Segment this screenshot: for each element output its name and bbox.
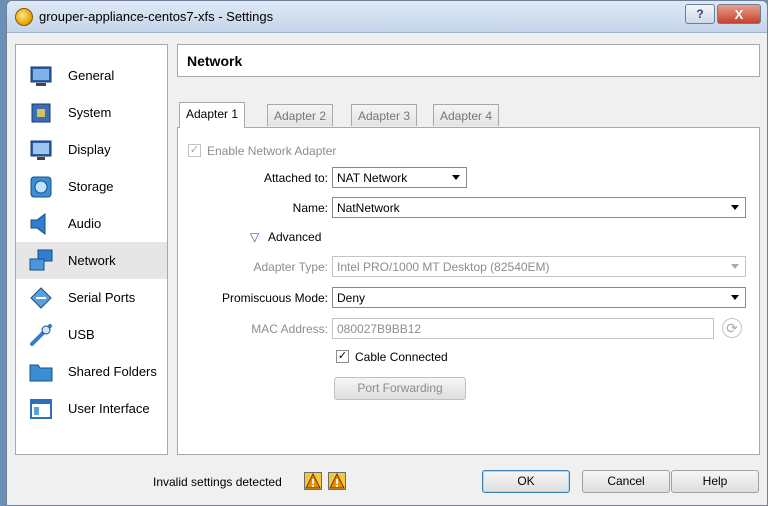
- chevron-down-icon: [452, 175, 460, 180]
- sidebar-item-label: Storage: [68, 179, 114, 194]
- chevron-down-icon: [731, 264, 739, 269]
- sidebar-item-audio[interactable]: Audio: [16, 205, 167, 242]
- storage-icon: [30, 176, 52, 197]
- window-title: grouper-appliance-centos7-xfs - Settings: [39, 9, 274, 24]
- name-value: NatNetwork: [337, 201, 400, 215]
- settings-window: grouper-appliance-centos7-xfs - Settings…: [6, 0, 768, 506]
- attached-to-label: Attached to:: [263, 171, 328, 185]
- sidebar-item-general[interactable]: General: [16, 57, 167, 94]
- warning-icon[interactable]: [304, 472, 322, 490]
- mac-address-value: 080027B9BB12: [337, 322, 422, 336]
- promiscuous-mode-value: Deny: [337, 291, 366, 305]
- system-icon: [31, 103, 51, 122]
- cable-connected-label: Cable Connected: [355, 350, 448, 364]
- close-button[interactable]: X: [717, 4, 761, 24]
- virtualbox-app-icon: [15, 8, 33, 26]
- adapter-type-select[interactable]: Intel PRO/1000 MT Desktop (82540EM): [332, 256, 746, 277]
- user-interface-icon: [30, 398, 52, 419]
- sidebar-item-label: USB: [68, 327, 95, 342]
- serial-ports-icon: [30, 286, 52, 309]
- settings-sidebar: General System Display Storage Audio Net…: [15, 44, 168, 455]
- name-label: Name:: [292, 201, 328, 215]
- settings-content: Network Adapter 1 Adapter 2 Adapter 3 Ad…: [177, 44, 760, 455]
- sidebar-item-label: Audio: [68, 216, 102, 231]
- warning-icon[interactable]: [328, 472, 346, 490]
- tab-adapter-3[interactable]: Adapter 3: [351, 104, 418, 126]
- adapter-type-label: Adapter Type:: [253, 260, 329, 274]
- adapter-panel: ✓ Enable Network Adapter Attached to: NA…: [177, 127, 760, 455]
- sidebar-item-display[interactable]: Display: [16, 131, 167, 168]
- tab-adapter-1[interactable]: Adapter 1: [179, 102, 246, 128]
- sidebar-item-network[interactable]: Network: [16, 242, 167, 279]
- name-select[interactable]: NatNetwork: [332, 197, 746, 218]
- cancel-button[interactable]: Cancel: [582, 470, 670, 493]
- sidebar-item-label: General: [68, 68, 115, 83]
- help-button[interactable]: Help: [671, 470, 759, 493]
- invalid-settings-text: Invalid settings detected: [153, 475, 282, 489]
- promiscuous-mode-select[interactable]: Deny: [332, 287, 746, 308]
- sidebar-item-shared-folders[interactable]: Shared Folders: [16, 353, 167, 390]
- chevron-down-icon: [731, 295, 739, 300]
- tab-adapter-4[interactable]: Adapter 4: [433, 104, 500, 126]
- chevron-down-icon: [731, 205, 739, 210]
- title-bar: grouper-appliance-centos7-xfs - Settings…: [7, 1, 767, 33]
- attached-to-value: NAT Network: [337, 171, 408, 185]
- sidebar-item-user-interface[interactable]: User Interface: [16, 390, 167, 427]
- general-icon: [30, 66, 52, 86]
- promiscuous-mode-label: Promiscuous Mode:: [221, 291, 328, 305]
- sidebar-item-system[interactable]: System: [16, 94, 167, 131]
- sidebar-item-serial-ports[interactable]: Serial Ports: [16, 279, 167, 316]
- advanced-toggle-icon[interactable]: ▽: [250, 230, 259, 244]
- tab-adapter-2[interactable]: Adapter 2: [267, 104, 334, 126]
- usb-icon: [30, 323, 52, 346]
- attached-to-select[interactable]: NAT Network: [332, 167, 467, 188]
- sidebar-item-label: Display: [68, 142, 111, 157]
- sidebar-item-label: Shared Folders: [68, 364, 157, 379]
- mac-address-input[interactable]: 080027B9BB12: [332, 318, 714, 339]
- folder-icon: [29, 364, 53, 381]
- sidebar-item-label: System: [68, 105, 112, 120]
- sidebar-item-label: Serial Ports: [68, 290, 136, 305]
- sidebar-item-label: User Interface: [68, 401, 150, 416]
- display-icon: [30, 140, 52, 160]
- refresh-mac-icon[interactable]: ⟳: [722, 318, 742, 338]
- advanced-toggle-label[interactable]: Advanced: [268, 230, 321, 244]
- adapter-type-value: Intel PRO/1000 MT Desktop (82540EM): [337, 260, 550, 274]
- port-forwarding-button[interactable]: Port Forwarding: [334, 377, 466, 400]
- ok-button[interactable]: OK: [482, 470, 570, 493]
- title-help-button[interactable]: ?: [685, 4, 715, 24]
- page-title: Network: [177, 44, 760, 77]
- sidebar-item-storage[interactable]: Storage: [16, 168, 167, 205]
- sidebar-item-label: Network: [68, 253, 116, 268]
- sidebar-item-usb[interactable]: USB: [16, 316, 167, 353]
- cable-connected-checkbox[interactable]: ✓: [336, 350, 349, 363]
- mac-address-label: MAC Address:: [251, 322, 328, 336]
- audio-icon: [30, 212, 46, 235]
- network-icon: [29, 249, 53, 270]
- enable-adapter-label: Enable Network Adapter: [207, 144, 337, 158]
- enable-adapter-checkbox[interactable]: ✓: [188, 144, 201, 157]
